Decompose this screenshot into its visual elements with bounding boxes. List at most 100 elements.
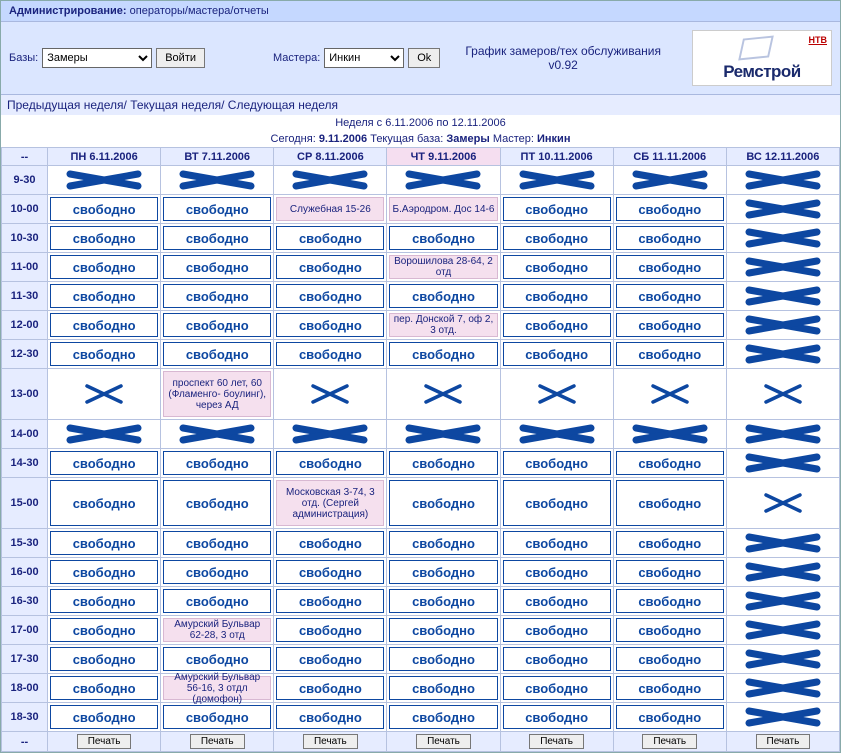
slot-cell[interactable]: свободно [161, 645, 274, 674]
slot-cell[interactable] [48, 166, 161, 195]
free-slot[interactable]: свободно [503, 451, 611, 475]
free-slot[interactable]: свободно [616, 226, 724, 250]
slot-cell[interactable]: свободно [274, 224, 387, 253]
slot-cell[interactable] [726, 420, 839, 449]
slot-cell[interactable]: свободно [613, 253, 726, 282]
slot-cell[interactable]: свободно [500, 558, 613, 587]
free-slot[interactable]: свободно [616, 618, 724, 642]
free-slot[interactable]: свободно [503, 647, 611, 671]
slot-cell[interactable]: свободно [613, 311, 726, 340]
slot-cell[interactable]: свободно [161, 282, 274, 311]
slot-cell[interactable]: свободно [613, 703, 726, 732]
slot-cell[interactable]: свободно [48, 645, 161, 674]
slot-cell[interactable] [726, 282, 839, 311]
free-slot[interactable]: свободно [616, 647, 724, 671]
slot-cell[interactable] [387, 166, 500, 195]
slot-cell[interactable]: свободно [613, 558, 726, 587]
slot-cell[interactable]: свободно [274, 616, 387, 645]
slot-cell[interactable]: свободно [387, 616, 500, 645]
free-slot[interactable]: свободно [616, 197, 724, 221]
week-nav-links[interactable]: Предыдущая неделя/ Текущая неделя/ Следу… [7, 98, 338, 112]
slot-cell[interactable] [726, 449, 839, 478]
free-slot[interactable]: свободно [616, 313, 724, 337]
free-slot[interactable]: свободно [276, 705, 384, 729]
slot-cell[interactable]: свободно [613, 195, 726, 224]
free-slot[interactable]: свободно [276, 531, 384, 555]
slot-cell[interactable]: свободно [613, 340, 726, 369]
slot-cell[interactable] [500, 420, 613, 449]
free-slot[interactable]: свободно [389, 284, 497, 308]
slot-cell[interactable]: свободно [161, 340, 274, 369]
free-slot[interactable]: свободно [503, 589, 611, 613]
free-slot[interactable]: свободно [503, 313, 611, 337]
slot-cell[interactable]: свободно [500, 340, 613, 369]
free-slot[interactable]: свободно [503, 284, 611, 308]
slot-cell[interactable] [726, 340, 839, 369]
appointment-slot[interactable]: проспект 60 лет, 60 (Фламенго- боулинг),… [163, 371, 271, 417]
slot-cell[interactable] [387, 420, 500, 449]
slot-cell[interactable]: свободно [500, 529, 613, 558]
free-slot[interactable]: свободно [503, 226, 611, 250]
slot-cell[interactable]: свободно [48, 253, 161, 282]
free-slot[interactable]: свободно [389, 451, 497, 475]
slot-cell[interactable]: свободно [48, 616, 161, 645]
slot-cell[interactable]: свободно [48, 340, 161, 369]
slot-cell[interactable] [161, 166, 274, 195]
free-slot[interactable]: свободно [50, 618, 158, 642]
free-slot[interactable]: свободно [50, 589, 158, 613]
slot-cell[interactable]: свободно [274, 674, 387, 703]
free-slot[interactable]: свободно [50, 197, 158, 221]
slot-cell[interactable] [726, 703, 839, 732]
appointment-slot[interactable]: Амурский Бульвар 56-16, 3 отдл (домофон) [163, 676, 271, 700]
free-slot[interactable]: свободно [616, 284, 724, 308]
slot-cell[interactable]: свободно [387, 645, 500, 674]
slot-cell[interactable] [726, 311, 839, 340]
slot-cell[interactable]: свободно [274, 253, 387, 282]
slot-cell[interactable]: свободно [161, 703, 274, 732]
free-slot[interactable]: свободно [276, 313, 384, 337]
slot-cell[interactable]: свободно [161, 449, 274, 478]
slot-cell[interactable]: свободно [274, 587, 387, 616]
slot-cell[interactable]: Ворошилова 28-64, 2 отд [387, 253, 500, 282]
free-slot[interactable]: свободно [616, 531, 724, 555]
appointment-slot[interactable]: Ворошилова 28-64, 2 отд [389, 255, 497, 279]
free-slot[interactable]: свободно [503, 676, 611, 700]
slot-cell[interactable] [274, 369, 387, 420]
print-button[interactable]: Печать [77, 734, 132, 749]
slot-cell[interactable]: свободно [613, 587, 726, 616]
slot-cell[interactable]: свободно [48, 703, 161, 732]
print-button[interactable]: Печать [756, 734, 811, 749]
free-slot[interactable]: свободно [163, 480, 271, 526]
free-slot[interactable]: свободно [50, 313, 158, 337]
slot-cell[interactable]: свободно [500, 282, 613, 311]
slot-cell[interactable]: свободно [161, 587, 274, 616]
slot-cell[interactable]: свободно [274, 645, 387, 674]
slot-cell[interactable] [274, 420, 387, 449]
slot-cell[interactable] [726, 166, 839, 195]
free-slot[interactable]: свободно [163, 647, 271, 671]
slot-cell[interactable]: свободно [161, 224, 274, 253]
free-slot[interactable]: свободно [50, 676, 158, 700]
slot-cell[interactable] [726, 529, 839, 558]
slot-cell[interactable]: свободно [613, 645, 726, 674]
slot-cell[interactable]: Б.Аэродром. Дос 14-6 [387, 195, 500, 224]
free-slot[interactable]: свободно [50, 451, 158, 475]
free-slot[interactable]: свободно [616, 589, 724, 613]
slot-cell[interactable]: свободно [274, 311, 387, 340]
slot-cell[interactable]: свободно [387, 224, 500, 253]
slot-cell[interactable]: свободно [500, 253, 613, 282]
free-slot[interactable]: свободно [276, 647, 384, 671]
slot-cell[interactable]: свободно [500, 645, 613, 674]
free-slot[interactable]: свободно [389, 226, 497, 250]
free-slot[interactable]: свободно [389, 589, 497, 613]
slot-cell[interactable]: свободно [274, 558, 387, 587]
slot-cell[interactable]: Амурский Бульвар 56-16, 3 отдл (домофон) [161, 674, 274, 703]
free-slot[interactable]: свободно [50, 647, 158, 671]
free-slot[interactable]: свободно [276, 451, 384, 475]
free-slot[interactable]: свободно [503, 480, 611, 526]
slot-cell[interactable]: свободно [48, 449, 161, 478]
free-slot[interactable]: свободно [503, 255, 611, 279]
slot-cell[interactable]: пер. Донской 7, оф 2, 3 отд. [387, 311, 500, 340]
free-slot[interactable]: свободно [503, 560, 611, 584]
free-slot[interactable]: свободно [50, 284, 158, 308]
